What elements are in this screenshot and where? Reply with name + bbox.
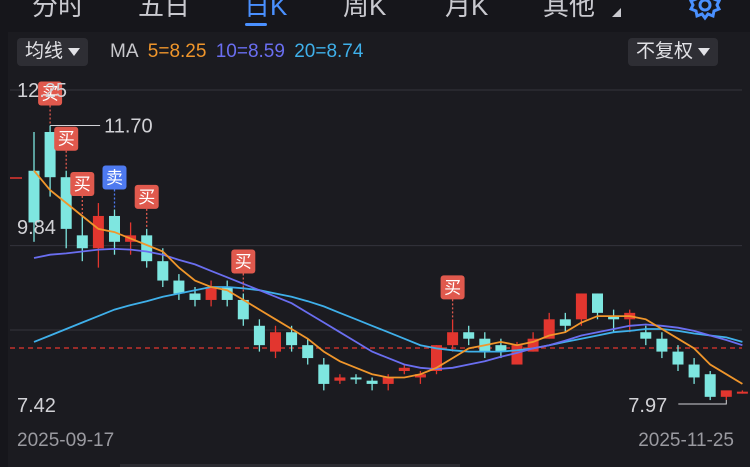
candle-body (704, 374, 716, 397)
candle-body (157, 261, 169, 281)
buy-signal-label: 买 (58, 130, 75, 150)
min-label-leader (678, 400, 727, 405)
candle-body (447, 332, 459, 346)
min-price-label: 7.97 (628, 395, 667, 417)
buy-signal-label: 买 (235, 252, 252, 272)
candle-body (28, 170, 40, 223)
y-mid-label: 9.84 (17, 217, 56, 239)
candle-body (173, 280, 185, 294)
y-min-label: 7.42 (17, 395, 56, 417)
candle-body (688, 364, 700, 378)
candle-body (511, 345, 523, 365)
candle-body (109, 215, 120, 242)
candle-body (382, 377, 394, 384)
candle-body (575, 293, 587, 320)
candle-body (672, 351, 684, 365)
candlestick-chart[interactable]: 买买买 卖买买买12.259.847.4211.707.97 (0, 0, 750, 467)
candle-body (286, 332, 298, 346)
candle-body (334, 377, 346, 381)
ma20-line (33, 286, 743, 353)
buy-signal-label: 买 (74, 175, 91, 195)
candle-body (350, 377, 362, 380)
candle-body (205, 287, 217, 300)
max-price-label: 11.70 (104, 116, 153, 138)
buy-signal-label: 买 (444, 278, 461, 298)
candle-body (366, 380, 378, 384)
candle-body (656, 338, 668, 352)
start-date: 2025-09-17 (17, 430, 115, 451)
ma10-line (33, 247, 743, 371)
candle-body (270, 332, 281, 352)
candle-body (189, 293, 201, 300)
sell-signal-label: 卖 (106, 169, 123, 189)
candle-body (44, 131, 56, 178)
candle-body (592, 293, 603, 313)
candle-body (559, 319, 571, 326)
candle-body (398, 367, 410, 371)
candle-body (92, 215, 104, 249)
candle-body (76, 235, 88, 249)
end-date: 2025-11-25 (638, 430, 734, 451)
buy-signal-label: 买 (138, 188, 155, 208)
candle-body (736, 391, 748, 394)
candle-body (463, 332, 475, 339)
candle-body (318, 364, 330, 384)
candle-body (141, 235, 153, 262)
candle-body (253, 325, 265, 346)
candle-body (720, 390, 732, 397)
candle-body (640, 332, 652, 339)
y-max-label: 12.25 (17, 80, 67, 102)
candle-body (302, 345, 314, 359)
